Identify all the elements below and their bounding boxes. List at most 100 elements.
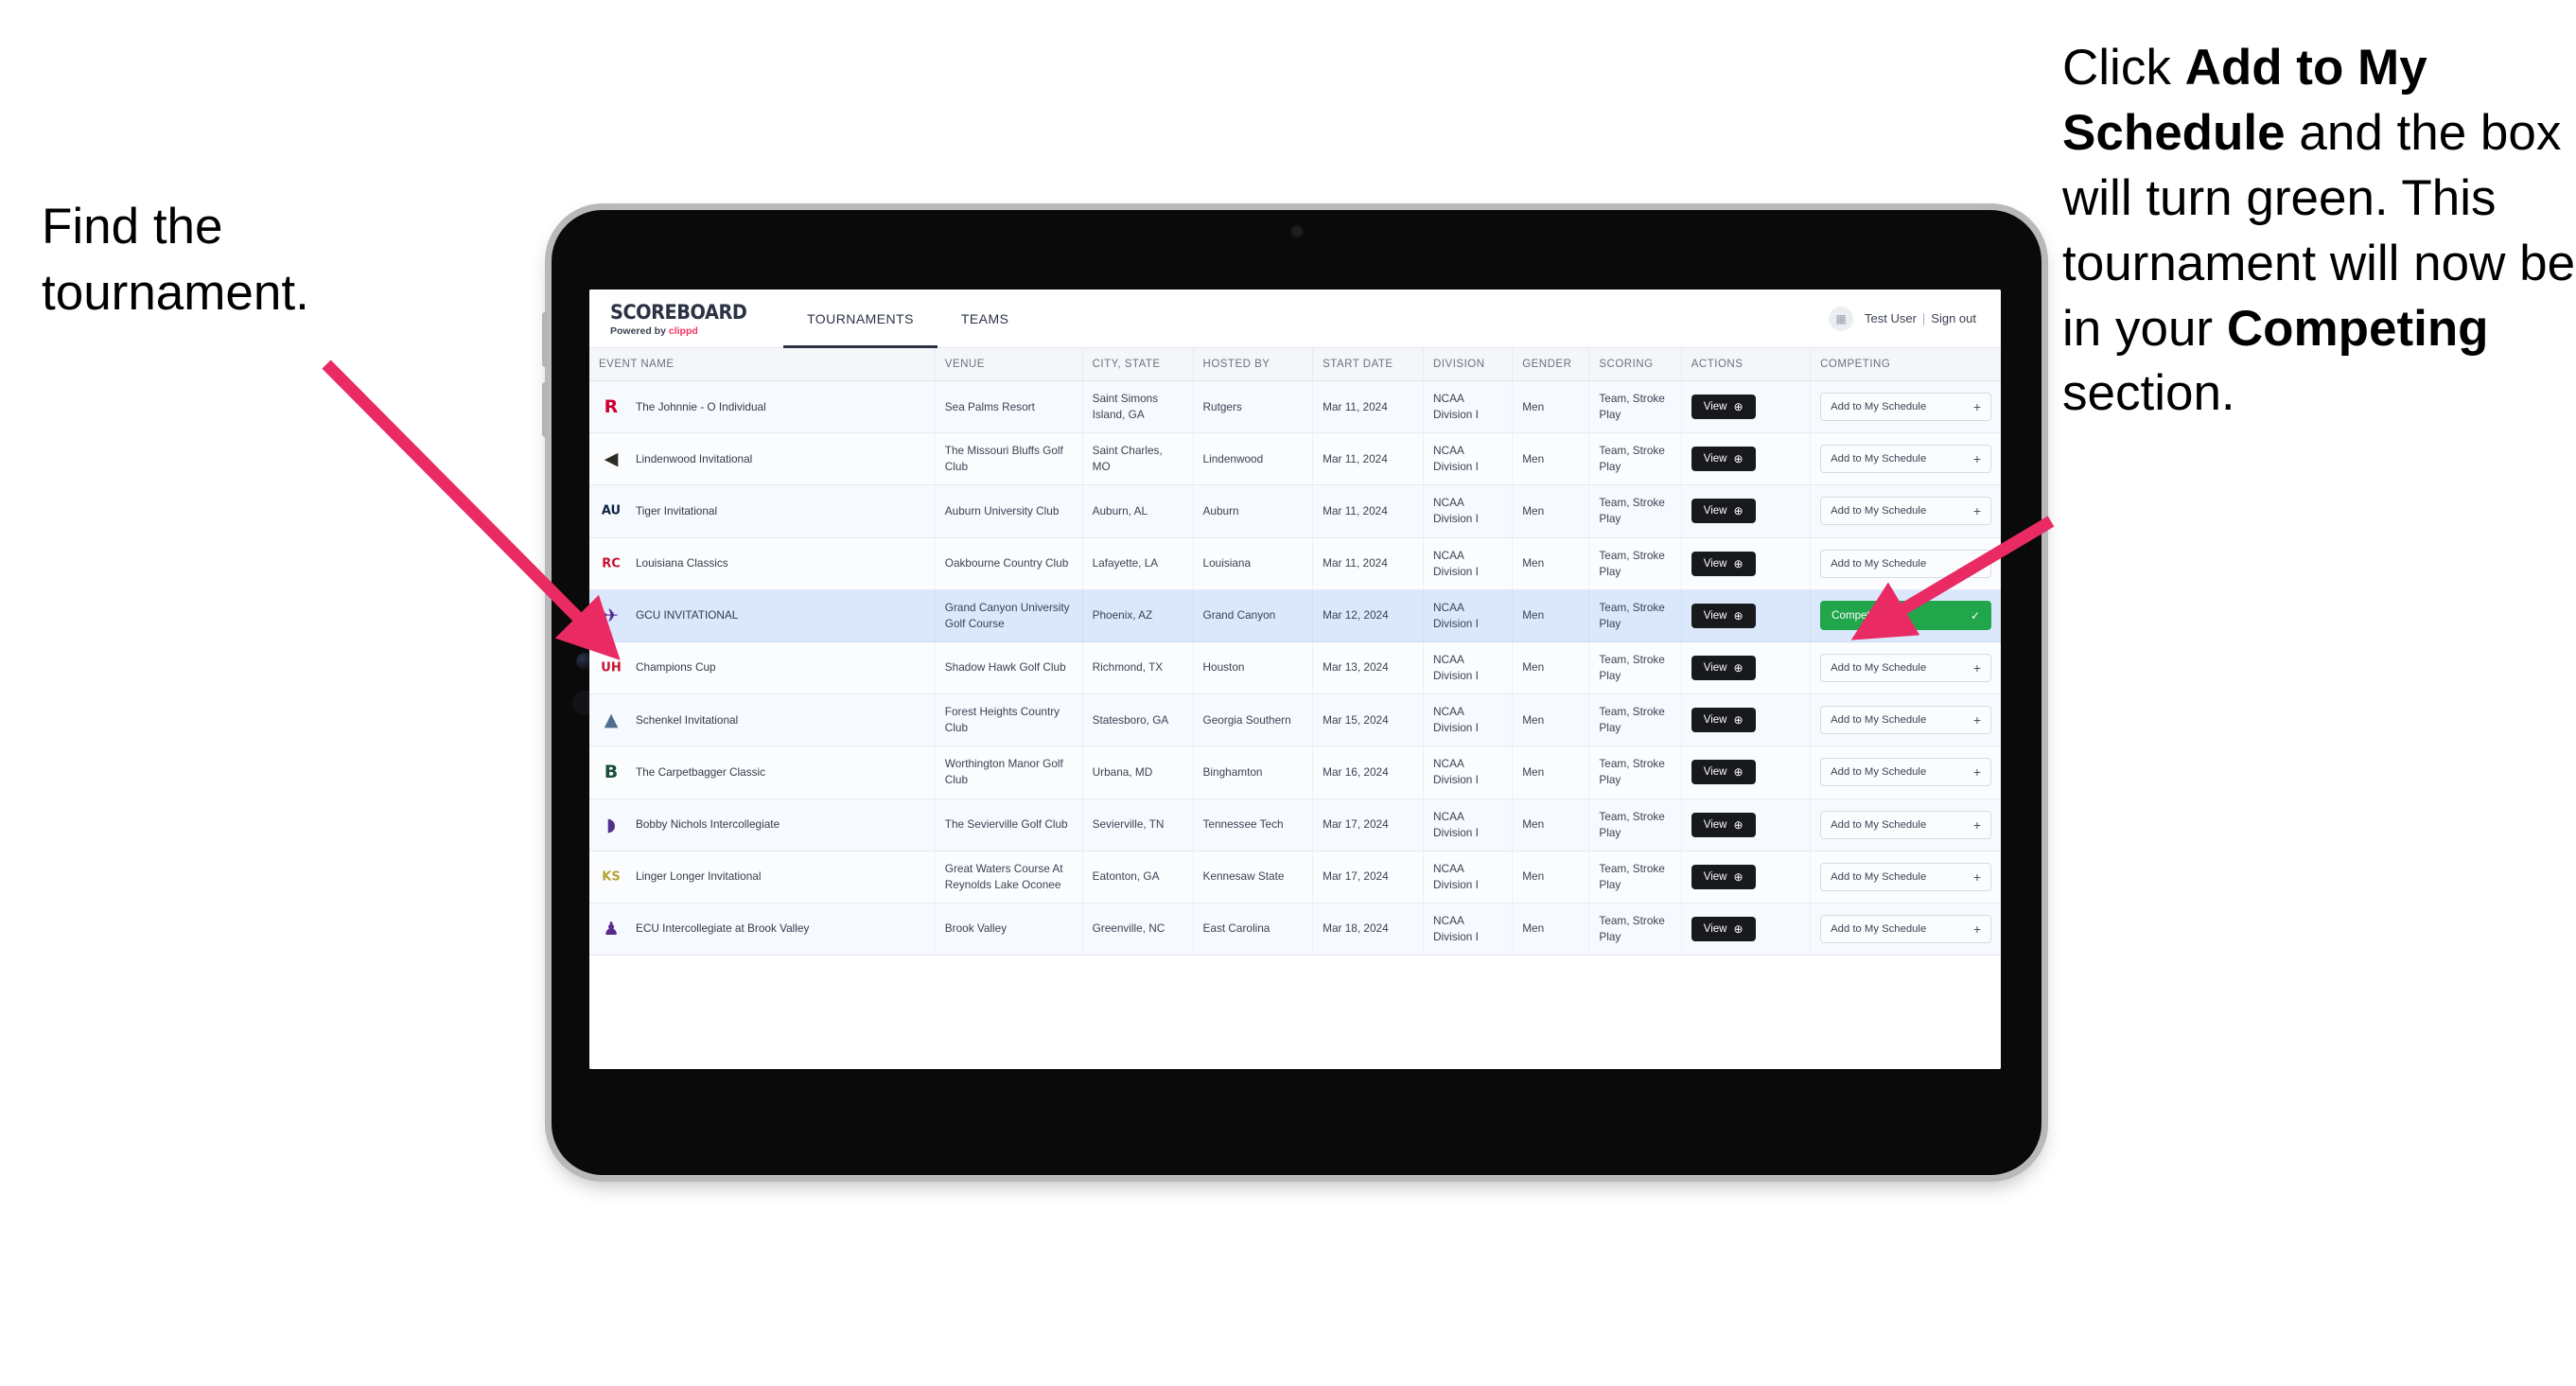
svg-text:RC: RC [602,556,621,570]
svg-text:◀: ◀ [605,448,619,469]
add-to-my-schedule-button[interactable]: Add to My Schedule + [1820,862,1991,891]
cell-competing: Add to My Schedule + [1810,693,2001,747]
auburn-logo: AU [599,499,623,523]
view-label: View [1703,557,1727,570]
cell-event-name: ◗ Bobby Nichols Intercollegiate [589,798,936,851]
add-to-my-schedule-button[interactable]: Add to My Schedule + [1820,758,1991,787]
view-button[interactable]: View ⊕ [1691,603,1756,628]
view-button[interactable]: View ⊕ [1691,916,1756,941]
view-label: View [1703,662,1727,675]
table-row[interactable]: ▲ Schenkel Invitational Forest Heights Cou… [589,693,2001,747]
cell-competing: Add to My Schedule + [1810,484,2001,538]
user-info: Test User | Sign out [1865,311,1976,325]
app-header: SCOREBOARD Powered by clippd TOURNAMENTS… [589,289,2001,348]
cell-hosted-by: Georgia Southern [1193,693,1314,747]
arrow-right-circle-icon: ⊕ [1733,661,1744,675]
tab-teams[interactable]: TEAMS [938,289,1032,347]
cell-scoring: Team, Stroke Play [1588,851,1682,904]
volume-up-button[interactable] [542,312,548,367]
cell-competing: Competing ✓ [1810,589,2001,642]
table-row[interactable]: UH Champions Cup Shadow Hawk Golf Club Rich… [589,641,2001,695]
cell-actions: View ⊕ [1681,693,1812,747]
add-to-my-schedule-button[interactable]: Add to My Schedule + [1820,706,1991,735]
table-row[interactable]: R The Johnnie - O Individual Sea Palms Res… [589,380,2001,434]
svg-text:▲: ▲ [605,710,619,730]
cell-division: NCAA Division I [1423,641,1514,695]
view-label: View [1703,922,1727,935]
add-to-my-schedule-label: Add to My Schedule [1831,818,1927,831]
cell-hosted-by: Lindenwood [1193,432,1314,486]
add-to-my-schedule-button[interactable]: Add to My Schedule + [1820,497,1991,526]
cell-event-name: ♟ ECU Intercollegiate at Brook Valley [589,903,936,956]
cell-venue: Auburn University Club [935,484,1083,538]
add-to-my-schedule-button[interactable]: Add to My Schedule + [1820,393,1991,422]
table-header-row: EVENT NAME VENUE CITY, STATE HOSTED BY S… [589,348,2001,381]
view-button[interactable]: View ⊕ [1691,708,1756,733]
cell-city-state: Greenville, NC [1082,903,1194,956]
add-to-my-schedule-button[interactable]: Add to My Schedule + [1820,549,1991,578]
event-name-label: Tiger Invitational [636,503,718,518]
cell-scoring: Team, Stroke Play [1588,380,1682,434]
view-button[interactable]: View ⊕ [1691,447,1756,472]
add-to-my-schedule-label: Add to My Schedule [1831,870,1927,883]
cell-division: NCAA Division I [1423,903,1514,956]
view-label: View [1703,766,1727,779]
add-to-my-schedule-button[interactable]: Add to My Schedule + [1820,654,1991,683]
table-row[interactable]: ✈ GCU INVITATIONAL Grand Canyon University… [589,589,2001,642]
cell-scoring: Team, Stroke Play [1588,746,1682,799]
view-label: View [1703,609,1727,622]
add-to-my-schedule-button[interactable]: Add to My Schedule + [1820,445,1991,474]
competing-button[interactable]: Competing ✓ [1820,601,1991,631]
table-row[interactable]: ♟ ECU Intercollegiate at Brook Valley Broo… [589,903,2001,956]
view-button[interactable]: View ⊕ [1691,760,1756,785]
table-row[interactable]: ◀ Lindenwood Invitational The Missouri Blu… [589,432,2001,486]
view-button[interactable]: View ⊕ [1691,395,1756,420]
cell-venue: Brook Valley [935,903,1083,956]
brand-logo[interactable]: SCOREBOARD Powered by clippd [589,289,759,347]
view-button[interactable]: View ⊕ [1691,499,1756,524]
table-row[interactable]: RC Louisiana Classics Oakbourne Country Cl… [589,537,2001,590]
tournaments-table-container[interactable]: EVENT NAME VENUE CITY, STATE HOSTED BY S… [589,348,2001,1069]
table-row[interactable]: AU Tiger Invitational Auburn University Cl… [589,484,2001,538]
cell-gender: Men [1512,432,1590,486]
binghamton-bearcats-logo: B [599,760,623,784]
plus-icon: + [1972,399,1981,415]
georgia-southern-eagles-logo: ▲ [599,708,623,732]
add-to-my-schedule-button[interactable]: Add to My Schedule + [1820,914,1991,943]
arrow-right-circle-icon: ⊕ [1733,608,1744,623]
cell-actions: View ⊕ [1681,432,1812,486]
cell-division: NCAA Division I [1423,746,1514,799]
louisiana-ragin-cajuns-logo: RC [599,552,623,576]
add-to-my-schedule-label: Add to My Schedule [1831,401,1927,413]
cell-event-name: RC Louisiana Classics [589,537,936,590]
svg-text:◗: ◗ [606,815,616,835]
view-button[interactable]: View ⊕ [1691,864,1756,889]
sign-out-link[interactable]: Sign out [1931,311,1976,325]
table-row[interactable]: KS Linger Longer Invitational Great Waters… [589,851,2001,904]
view-button[interactable]: View ⊕ [1691,551,1756,576]
cell-scoring: Team, Stroke Play [1588,798,1682,851]
table-row[interactable]: B The Carpetbagger Classic Worthington Man… [589,746,2001,799]
view-button[interactable]: View ⊕ [1691,656,1756,681]
user-avatar-icon[interactable]: ▦ [1829,306,1853,331]
cell-gender: Men [1512,798,1590,851]
volume-down-button[interactable] [542,382,548,437]
plus-icon: + [1972,712,1981,728]
table-row[interactable]: ◗ Bobby Nichols Intercollegiate The Sevier… [589,798,2001,851]
cell-venue: Sea Palms Resort [935,380,1083,434]
grand-canyon-lopes-logo: ✈ [599,604,623,628]
cell-start-date: Mar 11, 2024 [1312,537,1425,590]
view-button[interactable]: View ⊕ [1691,812,1756,837]
view-label: View [1703,714,1727,727]
col-hosted-by: HOSTED BY [1193,348,1314,381]
tab-tournaments[interactable]: TOURNAMENTS [783,289,938,348]
plus-icon: + [1972,451,1981,467]
cell-start-date: Mar 17, 2024 [1312,798,1425,851]
cell-competing: Add to My Schedule + [1810,432,2001,486]
arrow-right-circle-icon: ⊕ [1733,921,1744,936]
cell-actions: View ⊕ [1681,903,1812,956]
arrow-right-circle-icon: ⊕ [1733,713,1744,728]
cell-actions: View ⊕ [1681,484,1812,538]
add-to-my-schedule-button[interactable]: Add to My Schedule + [1820,810,1991,839]
event-name-label: Champions Cup [636,660,716,675]
